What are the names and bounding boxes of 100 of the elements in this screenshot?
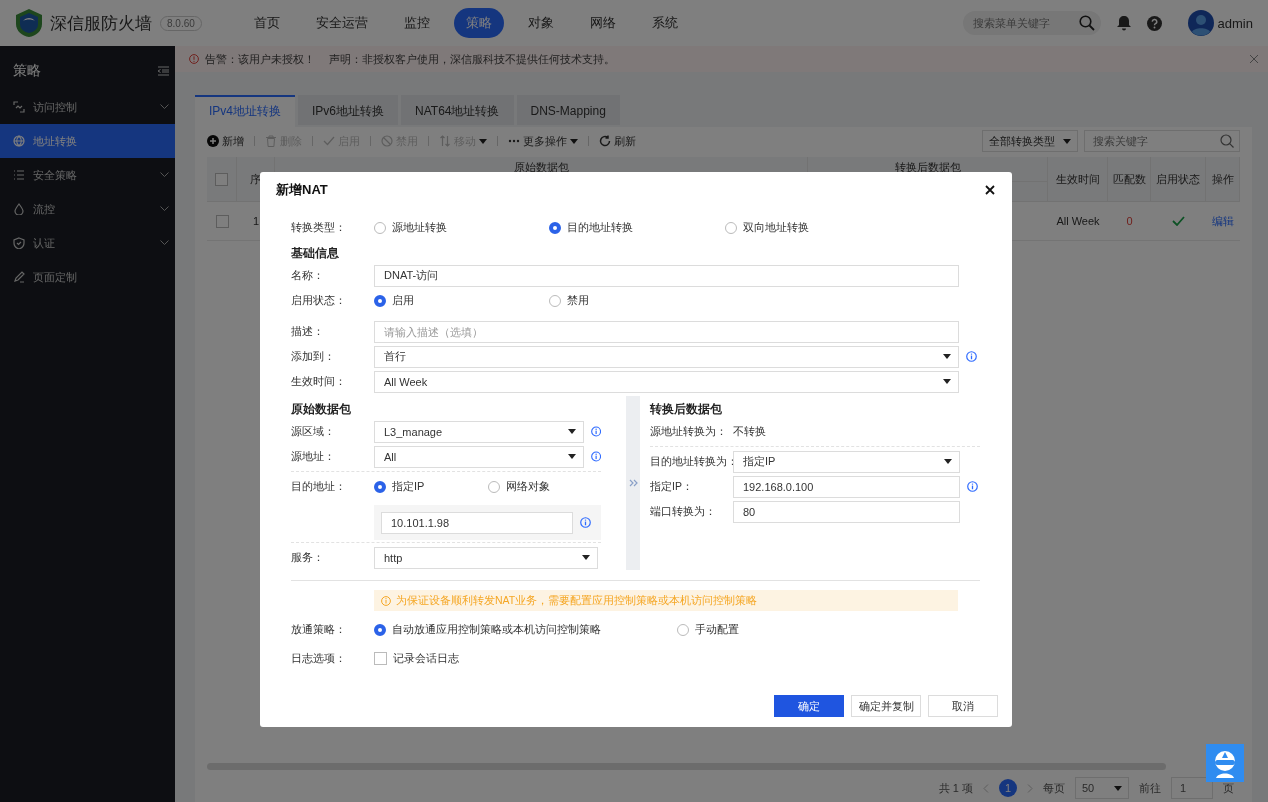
radio-option[interactable]: 禁用	[549, 293, 725, 308]
dropdown[interactable]: 指定IP	[733, 450, 960, 473]
nav-tab[interactable]: 对象	[515, 8, 566, 38]
radio-option[interactable]: 自动放通应用控制策略或本机访问控制策略	[374, 622, 677, 637]
radio-option[interactable]: 源地址转换	[374, 220, 549, 235]
ip-field[interactable]: 10.101.1.98	[381, 511, 573, 534]
dialog-title: 新增NAT	[276, 181, 328, 199]
sidebar-item[interactable]: 流控	[0, 192, 175, 226]
dialog-button[interactable]: 确定并复制	[851, 695, 921, 717]
ip-field[interactable]: 192.168.0.100	[733, 475, 960, 498]
sidebar-item[interactable]: 地址转换	[0, 124, 175, 158]
confirm-button[interactable]: 确定	[774, 695, 844, 717]
tab[interactable]: DNS-Mapping	[516, 95, 620, 125]
port-field[interactable]: 80	[733, 500, 960, 523]
section-heading: 转换后数据包	[650, 402, 723, 417]
radio-option[interactable]: 指定IP	[374, 479, 488, 494]
bell-icon[interactable]	[1116, 15, 1131, 31]
caret-icon	[944, 459, 952, 464]
field-label: 服务：	[291, 550, 325, 565]
field-label: 启用状态：	[291, 293, 347, 308]
dialog-button[interactable]: 取消	[928, 695, 998, 717]
checkbox-option[interactable]: 记录会话日志	[374, 651, 459, 666]
goto-label: 前往	[1139, 780, 1161, 796]
dropdown[interactable]: All Week	[374, 370, 959, 393]
radio-option[interactable]: 启用	[374, 293, 549, 308]
caret-icon	[567, 454, 576, 459]
globe-icon	[13, 135, 25, 147]
sidebar-item[interactable]: 访问控制	[0, 90, 175, 124]
radio-option[interactable]: 双向地址转换	[725, 220, 925, 235]
sidebar-title: 策略	[13, 62, 41, 80]
description-field[interactable]: 请输入描述（选填）	[374, 320, 959, 343]
close-icon[interactable]	[985, 185, 995, 195]
info-icon	[381, 595, 391, 606]
ban-icon	[381, 135, 393, 147]
nav-tab[interactable]: 系统	[639, 8, 690, 38]
dropdown[interactable]: http	[374, 546, 598, 569]
radio-option[interactable]: 网络对象	[488, 479, 598, 494]
radio-option[interactable]: 手动配置	[677, 622, 797, 637]
warning-icon	[189, 54, 199, 64]
sidebar-item[interactable]: 安全策略	[0, 158, 175, 192]
robot-assistant-icon[interactable]	[1206, 744, 1244, 782]
checkbox[interactable]	[215, 172, 228, 186]
notice-text: 为保证设备顺利转发NAT业务，需要配置应用控制策略或本机访问控制策略	[396, 593, 758, 608]
access-icon	[13, 101, 25, 113]
warning-text: 告警：该用户未授权！	[205, 51, 315, 67]
field-label: 端口转换为：	[650, 504, 717, 519]
field-label: 名称：	[291, 268, 325, 283]
toolbar-button[interactable]: 更多操作	[508, 133, 578, 149]
sidebar-item[interactable]: 页面定制	[0, 260, 175, 294]
move-icon	[439, 135, 451, 147]
page-size-dropdown[interactable]: 50	[1075, 777, 1129, 799]
tab[interactable]: IPv6地址转换	[298, 95, 399, 125]
check-icon	[323, 135, 335, 147]
nav-tab[interactable]: 网络	[577, 8, 628, 38]
field-label: 源地址：	[291, 449, 336, 464]
shield-logo-icon	[14, 8, 44, 38]
nav-tab[interactable]: 安全运营	[303, 8, 380, 38]
table-cell: 1	[252, 215, 260, 227]
page-button[interactable]: 1	[999, 779, 1017, 797]
edit-link[interactable]: 编辑	[1212, 213, 1234, 229]
avatar-icon[interactable]	[1187, 10, 1214, 36]
toolbar-button[interactable]: 刷新	[599, 133, 636, 149]
nav-tab[interactable]: 策略	[453, 8, 504, 38]
field-label: 目的地址：	[291, 479, 347, 494]
dropdown[interactable]: 首行	[374, 345, 959, 368]
radio-option[interactable]: 目的地址转换	[549, 220, 725, 235]
tab[interactable]: IPv4地址转换	[195, 95, 295, 127]
collapse-icon[interactable]	[158, 66, 169, 76]
caret-icon	[943, 379, 951, 384]
nav-tab[interactable]: 首页	[241, 8, 292, 38]
field-label: 添加到：	[291, 349, 336, 364]
notice-text: 声明：非授权客户使用，深信服科技不提供任何技术支持。	[329, 51, 615, 67]
search-icon	[1220, 134, 1234, 148]
column-header: 匹配数	[1108, 157, 1151, 201]
toolbar-button[interactable]: 新增	[207, 133, 244, 149]
tab[interactable]: NAT64地址转换	[401, 95, 514, 125]
dropdown[interactable]: L3_manage	[374, 420, 584, 443]
field-value: 不转换	[733, 424, 766, 439]
page-unit: 页	[1223, 780, 1234, 796]
sidebar-item[interactable]: 认证	[0, 226, 175, 260]
user-name[interactable]: admin	[1217, 15, 1253, 31]
name-field[interactable]: DNAT-访问	[374, 264, 959, 287]
table-cell: 0	[1126, 215, 1133, 227]
checkbox[interactable]	[215, 214, 229, 228]
field-label: 描述：	[291, 324, 325, 339]
info-icon	[590, 426, 601, 437]
field-label: 日志选项：	[291, 651, 347, 666]
caret-icon	[567, 429, 576, 434]
help-icon[interactable]	[1146, 15, 1162, 31]
double-chevron-icon	[628, 479, 638, 487]
drop-icon	[13, 203, 25, 215]
search-icon	[1078, 15, 1095, 31]
dropdown[interactable]: All	[374, 445, 584, 468]
search-field[interactable]: 搜索关键字	[1084, 130, 1240, 152]
filter-dropdown[interactable]: 全部转换类型	[982, 130, 1078, 152]
caret-icon	[582, 555, 590, 560]
table-cell: All Week	[1056, 215, 1100, 227]
nav-tab[interactable]: 监控	[391, 8, 442, 38]
info-icon	[966, 351, 977, 362]
column-header: 启用状态	[1151, 157, 1206, 201]
